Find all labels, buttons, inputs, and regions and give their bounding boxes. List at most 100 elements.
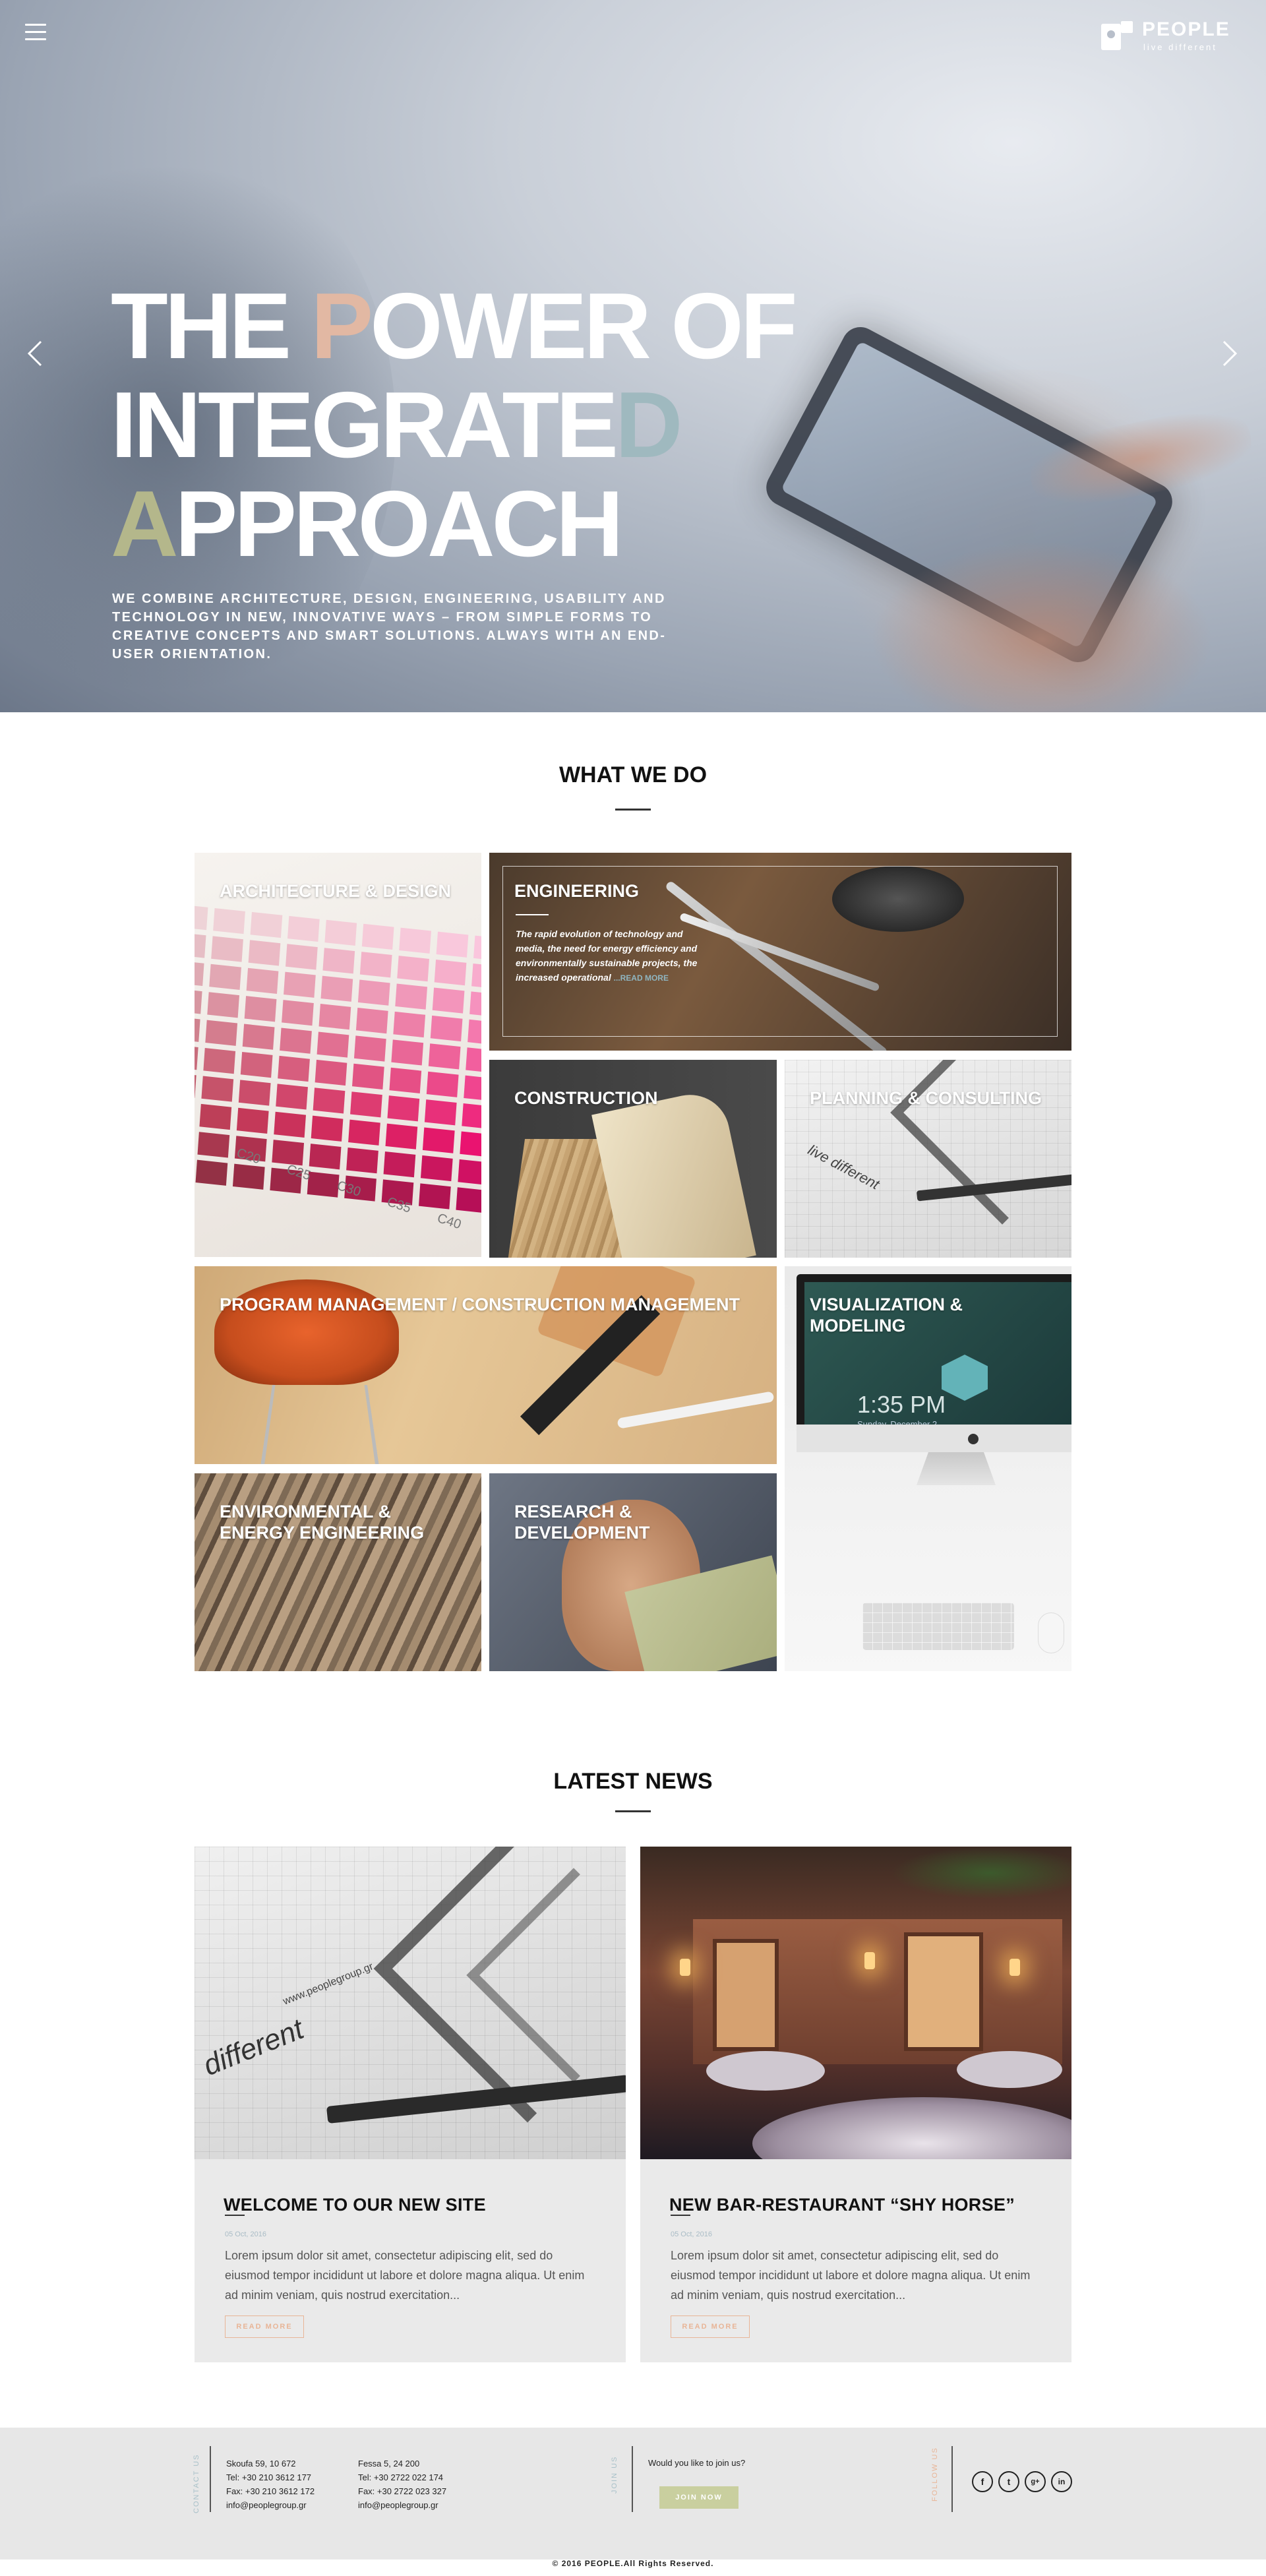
color-swatch xyxy=(391,1039,424,1066)
contact-us-label: CONTACT US xyxy=(193,2453,200,2514)
service-construction[interactable]: CONSTRUCTION xyxy=(489,1060,777,1258)
color-swatch xyxy=(240,1051,273,1078)
tile-label: CONSTRUCTION xyxy=(514,1088,658,1108)
news-title[interactable]: WELCOME TO OUR NEW SITE xyxy=(224,2195,486,2215)
service-visualization-modeling[interactable]: 1:35 PM Sunday, December 2 VISUALIZATION… xyxy=(785,1266,1071,1671)
news-excerpt: Lorem ipsum dolor sit amet, consectetur … xyxy=(225,2249,585,2302)
email-link[interactable]: info@peoplegroup.gr xyxy=(226,2498,315,2512)
color-swatch xyxy=(322,948,355,974)
color-swatch xyxy=(458,1159,481,1186)
color-swatch xyxy=(276,1084,308,1110)
copyright: © 2016 PEOPLE.All Rights Reserved. xyxy=(552,2559,714,2568)
email-link[interactable]: info@peoplegroup.gr xyxy=(358,2498,446,2512)
color-swatch xyxy=(213,907,245,935)
join-question: Would you like to join us? xyxy=(648,2458,746,2468)
linkedin-icon[interactable]: in xyxy=(1051,2471,1072,2492)
service-research-development[interactable]: RESEARCH & DEVELOPMENT xyxy=(489,1473,777,1671)
color-swatch xyxy=(361,923,394,950)
color-swatch xyxy=(211,936,243,962)
chevron-left-icon[interactable] xyxy=(26,340,44,367)
logo[interactable]: PEOPLE live different xyxy=(1101,17,1246,54)
color-swatch xyxy=(422,1127,455,1153)
color-swatch xyxy=(355,1007,388,1034)
color-swatch xyxy=(316,1031,349,1058)
news-image[interactable]: different www.peoplegroup.gr xyxy=(195,1847,626,2159)
google-plus-icon[interactable]: g+ xyxy=(1025,2471,1046,2492)
color-swatch xyxy=(309,1144,342,1170)
engineering-description: The rapid evolution of technology and me… xyxy=(516,929,698,983)
news-date: 05 Oct, 2016 xyxy=(671,2230,712,2238)
color-swatch xyxy=(399,927,431,954)
color-swatch xyxy=(424,1099,457,1126)
logo-tagline: live different xyxy=(1143,42,1217,52)
follow-us-label: FOLLOW US xyxy=(931,2447,939,2501)
service-engineering[interactable]: ENGINEERING The rapid evolution of techn… xyxy=(489,853,1071,1051)
color-swatch xyxy=(471,963,481,990)
news-date: 05 Oct, 2016 xyxy=(225,2230,266,2238)
color-swatch xyxy=(466,1047,481,1074)
tile-label: ARCHITECTURE & DESIGN xyxy=(220,881,452,901)
join-now-button[interactable]: JOIN NOW xyxy=(659,2486,738,2509)
twitter-icon[interactable]: t xyxy=(998,2471,1019,2492)
color-swatch xyxy=(207,992,240,1018)
facebook-icon[interactable]: f xyxy=(972,2471,993,2492)
color-swatch xyxy=(246,967,279,994)
logo-name: PEOPLE xyxy=(1142,18,1230,40)
read-more-button[interactable]: READ MORE xyxy=(225,2315,304,2338)
color-swatch xyxy=(278,1055,310,1082)
color-swatch xyxy=(313,1088,346,1114)
color-swatch xyxy=(238,1080,271,1106)
people-logo-icon xyxy=(1101,21,1133,50)
service-program-management[interactable]: PROGRAM MANAGEMENT / CONSTRUCTION MANAGE… xyxy=(195,1266,777,1464)
color-swatch xyxy=(389,1067,422,1093)
apple-logo-icon xyxy=(968,1434,979,1444)
color-swatch xyxy=(287,915,320,942)
news-card: NEW BAR-RESTAURANT “SHY HORSE” 05 Oct, 2… xyxy=(640,1847,1071,2362)
color-swatch xyxy=(197,1132,230,1158)
news-image[interactable] xyxy=(640,1847,1071,2159)
color-swatch xyxy=(456,1187,481,1213)
news-excerpt: Lorem ipsum dolor sit amet, consectetur … xyxy=(671,2249,1031,2302)
news-card: different www.peoplegroup.gr WELCOME TO … xyxy=(195,1847,626,2362)
color-swatch xyxy=(324,919,357,946)
color-swatch xyxy=(195,1072,196,1098)
service-environmental-energy[interactable]: ENVIRONMENTAL & ENERGY ENGINEERING xyxy=(195,1473,481,1671)
address-tripoli: Fessa 5, 24 200 Tel: +30 2722 022 174 Fa… xyxy=(358,2457,446,2512)
heading-divider xyxy=(615,809,651,811)
tile-label: PLANNING & CONSULTING xyxy=(810,1088,1042,1108)
color-swatch xyxy=(242,1024,275,1050)
color-swatch xyxy=(352,1063,384,1090)
color-swatch xyxy=(244,996,277,1022)
color-swatch xyxy=(357,979,390,1006)
color-swatch xyxy=(315,1059,347,1086)
latest-news-heading: LATEST NEWS xyxy=(553,1769,713,1794)
service-planning-consulting[interactable]: live different PLANNING & CONSULTING xyxy=(785,1060,1071,1258)
chevron-right-icon[interactable] xyxy=(1221,340,1238,367)
hamburger-menu-icon[interactable] xyxy=(25,24,46,41)
color-swatch xyxy=(353,1035,386,1062)
color-swatch xyxy=(195,1044,198,1070)
read-more-button[interactable]: READ MORE xyxy=(671,2315,750,2338)
color-swatch xyxy=(383,1151,416,1178)
hero-slider: PEOPLE live different THE POWER OF INTEG… xyxy=(0,0,1266,712)
hero-title: THE POWER OF INTEGRATED APPROACH xyxy=(111,274,798,576)
color-swatch xyxy=(348,1119,380,1146)
color-swatch xyxy=(428,1043,461,1070)
color-swatch xyxy=(436,931,469,958)
color-swatch xyxy=(236,1107,269,1134)
color-swatch xyxy=(199,1103,232,1130)
read-more-link[interactable]: ...READ MORE xyxy=(614,973,669,983)
color-swatch xyxy=(473,935,481,962)
color-swatch xyxy=(195,988,202,1014)
color-swatch xyxy=(250,911,283,938)
color-swatch xyxy=(426,1071,459,1097)
service-architecture-design[interactable]: C20 C25 C30 C35 C40 ARCHITECTURE & DESIG… xyxy=(195,853,481,1257)
color-swatch xyxy=(203,1048,236,1074)
color-swatch xyxy=(346,1148,378,1174)
color-swatch xyxy=(397,956,429,982)
color-swatch xyxy=(467,1019,481,1046)
news-title[interactable]: NEW BAR-RESTAURANT “SHY HORSE” xyxy=(669,2195,1015,2215)
color-swatch xyxy=(195,960,204,987)
heading-divider xyxy=(615,1810,651,1812)
tile-label: VISUALIZATION & MODELING xyxy=(810,1295,963,1335)
